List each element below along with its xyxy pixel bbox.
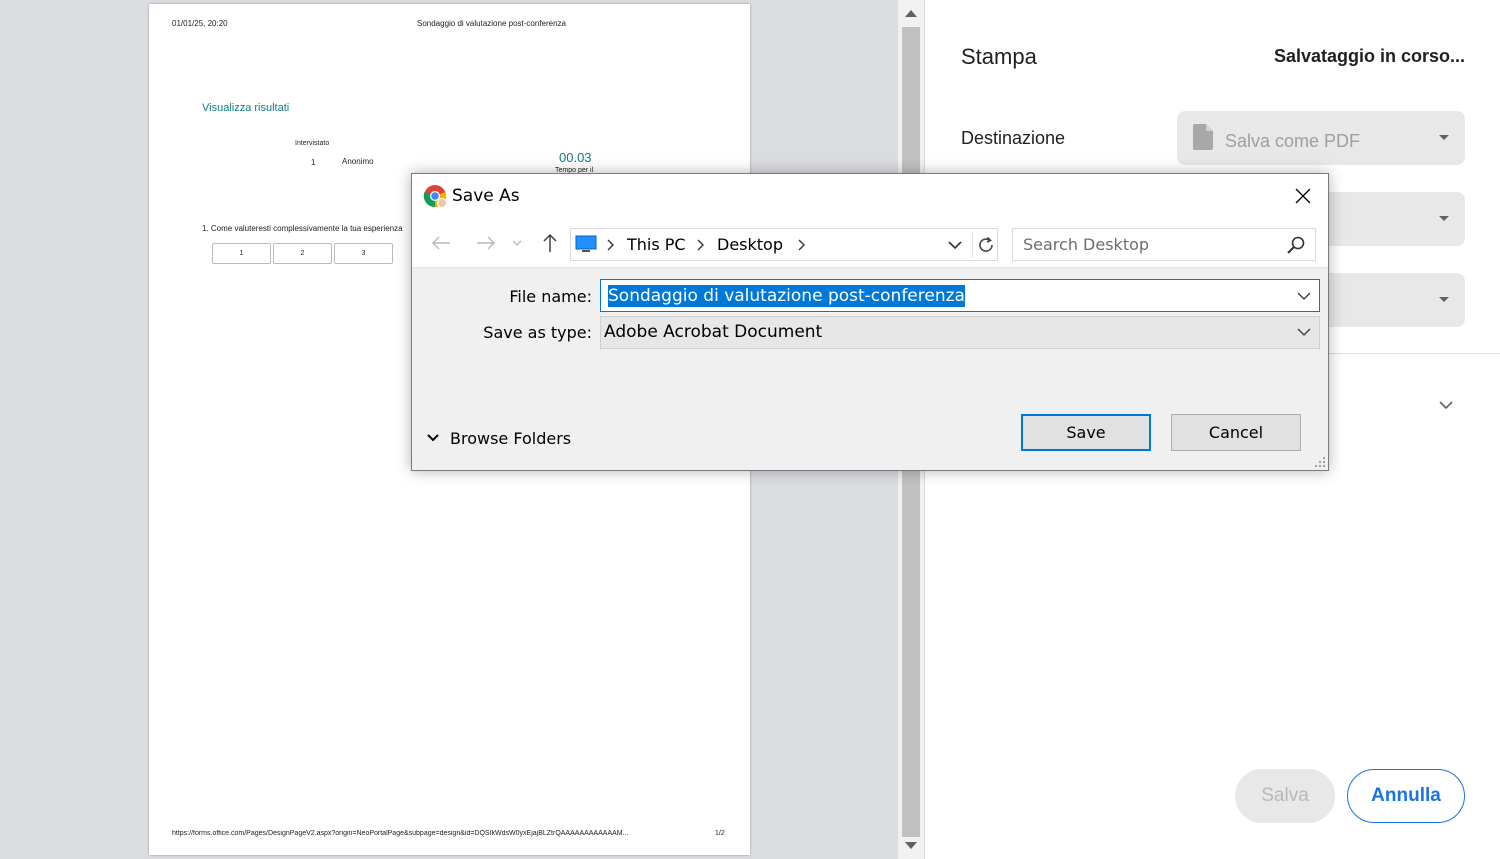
preview-rating-option: 1 <box>212 243 271 264</box>
save-type-select[interactable]: Adobe Acrobat Document <box>600 316 1320 349</box>
up-arrow-icon[interactable] <box>538 231 562 255</box>
destination-select[interactable]: Salva come PDF <box>1177 111 1465 165</box>
close-icon[interactable] <box>1288 182 1318 210</box>
preview-view-results-link: Visualizza risultati <box>202 102 290 114</box>
chevron-down-icon[interactable] <box>1297 291 1311 301</box>
chevron-down-icon <box>1439 135 1449 140</box>
chevron-right-icon[interactable] <box>605 238 615 252</box>
chevron-down-icon[interactable] <box>1297 327 1311 337</box>
chevron-down-icon <box>1439 216 1449 221</box>
refresh-icon[interactable] <box>972 232 998 258</box>
preview-question-1: 1. Come valuteresti complessivamente la … <box>202 224 403 233</box>
dialog-title: Save As <box>452 186 520 206</box>
browse-folders-toggle[interactable]: Browse Folders <box>426 426 571 450</box>
save-type-value: Adobe Acrobat Document <box>604 322 823 342</box>
save-type-label: Save as type: <box>483 323 592 342</box>
forward-arrow-icon[interactable] <box>474 231 498 255</box>
dialog-titlebar: Save As <box>412 174 1328 218</box>
search-box[interactable] <box>1012 228 1316 261</box>
address-segment-desktop[interactable]: Desktop <box>717 235 783 254</box>
address-segment-this-pc[interactable]: This PC <box>627 235 686 254</box>
preview-header-title: Sondaggio di valutazione post-conferenza <box>417 19 566 28</box>
search-input[interactable] <box>1013 229 1283 260</box>
chrome-icon <box>423 185 447 208</box>
search-icon[interactable] <box>1286 235 1306 255</box>
file-name-field[interactable]: Sondaggio di valutazione post-conferenza <box>600 279 1320 312</box>
chevron-down-icon <box>1439 297 1449 302</box>
print-status: Salvataggio in corso... <box>1273 46 1465 66</box>
preview-respondent-number: 1 <box>311 158 316 167</box>
scroll-down-arrow-icon[interactable] <box>905 842 917 849</box>
file-name-label: File name: <box>509 287 592 306</box>
back-arrow-icon[interactable] <box>429 231 453 255</box>
preview-respondent-header: Intervistato <box>295 140 330 147</box>
destination-label: Destinazione <box>961 128 1066 148</box>
browse-folders-label: Browse Folders <box>450 428 572 448</box>
preview-rating-option: 2 <box>273 243 332 264</box>
preview-respondent-name: Anonimo <box>342 157 374 166</box>
recent-locations-chevron-icon[interactable] <box>510 231 524 255</box>
chevron-right-icon[interactable] <box>695 238 705 252</box>
preview-page-number: 1/2 <box>715 830 725 837</box>
file-icon <box>1193 124 1213 150</box>
cancel-button[interactable]: Cancel <box>1171 414 1301 451</box>
preview-header-date: 01/01/25, 20:20 <box>172 19 228 28</box>
dialog-navigation-bar: This PC Desktop <box>412 218 1328 268</box>
resize-grip-icon[interactable] <box>1314 456 1326 468</box>
print-panel-title: Stampa <box>961 44 1037 69</box>
print-cancel-button[interactable]: Annulla <box>1347 769 1465 823</box>
save-button[interactable]: Save <box>1021 414 1151 451</box>
preview-rating-option: 3 <box>334 243 393 264</box>
address-bar[interactable]: This PC Desktop <box>570 228 998 261</box>
chevron-right-icon[interactable] <box>796 238 806 252</box>
file-name-value[interactable]: Sondaggio di valutazione post-conferenza <box>608 285 965 307</box>
scroll-up-arrow-icon[interactable] <box>905 10 917 17</box>
save-as-dialog: Save As This PC Desktop Search Desktop F… <box>411 173 1329 471</box>
this-pc-icon <box>575 235 597 252</box>
preview-time-value: 00.03 <box>559 150 592 165</box>
preview-footer-url: https://forms.office.com/Pages/DesignPag… <box>172 830 629 837</box>
chevron-down-icon <box>427 434 439 442</box>
print-save-button[interactable]: Salva <box>1235 769 1335 823</box>
destination-value: Salva come PDF <box>1225 131 1361 151</box>
address-dropdown-chevron-icon[interactable] <box>945 237 965 253</box>
more-settings-chevron-icon[interactable] <box>1439 398 1453 412</box>
